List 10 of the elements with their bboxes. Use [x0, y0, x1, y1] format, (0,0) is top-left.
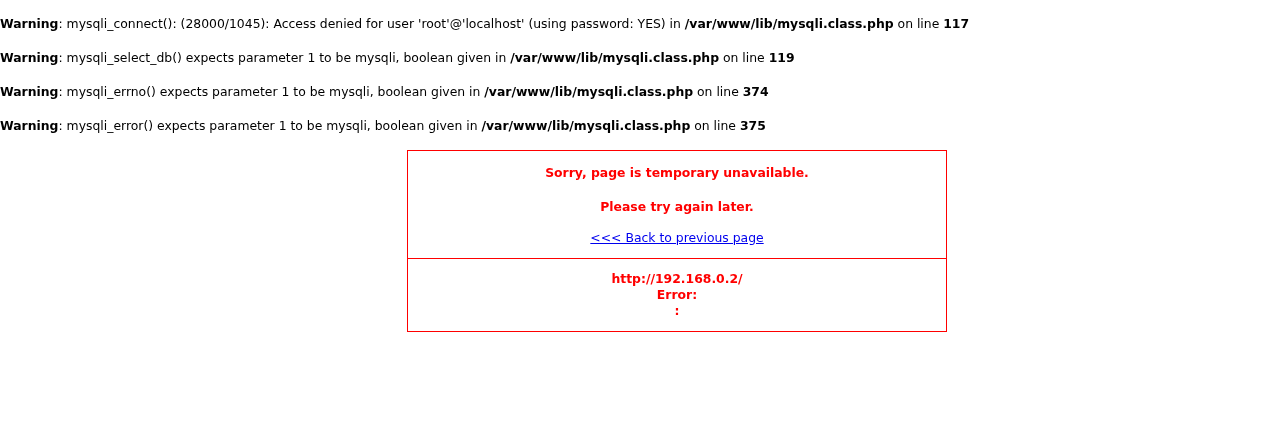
error-detail: :	[674, 302, 680, 318]
warning-message: Warning: mysqli_error() expects parameter 1 to be mysqli, boolean given in /var/www/lib/mysqli.class.php on line 375	[0, 117, 767, 135]
error-detail: http://192.168.0.2/	[611, 270, 743, 286]
warning-message: Warning: mysqli_select_db() expects parameter 1 to be mysqli, boolean given in /var/www/lib/mysqli.class.php on line 119	[0, 49, 796, 67]
error-detail: Error:	[656, 286, 698, 302]
error-message: Please try again later.	[599, 198, 755, 216]
warning-message: Warning: mysqli_errno() expects parameter 1 to be mysqli, boolean given in /var/www/lib/mysqli.class.php on line 374	[0, 83, 770, 101]
back-link[interactable]: <<< Back to previous page	[590, 230, 764, 245]
warning-message: Warning: mysqli_connect(): (28000/1045): Access denied for user 'root'@'localhost' (using password: YES) in /var/www/lib/mysqli.class.php on line 117	[0, 15, 971, 33]
error-heading: Sorry, page is temporary unavailable.	[544, 164, 810, 182]
